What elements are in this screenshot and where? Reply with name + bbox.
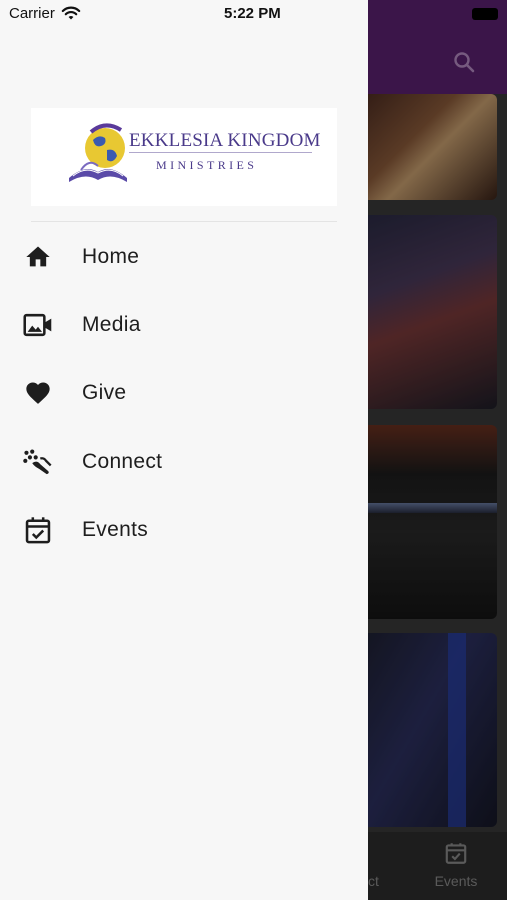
menu-item-events[interactable]: Events bbox=[0, 502, 368, 558]
menu-item-home[interactable]: Home bbox=[0, 229, 368, 285]
ministry-logo: EKKLESIA KINGDOM MINISTRIES bbox=[31, 108, 337, 206]
scrim-overlay[interactable] bbox=[368, 0, 507, 900]
menu-item-label: Give bbox=[82, 381, 127, 404]
logo-title: EKKLESIA KINGDOM bbox=[129, 130, 321, 151]
menu-item-label: Home bbox=[82, 245, 140, 268]
menu-item-media[interactable]: Media bbox=[0, 297, 368, 353]
status-time: 5:22 PM bbox=[224, 5, 281, 22]
menu-item-label: Connect bbox=[82, 450, 163, 473]
logo-subtitle: MINISTRIES bbox=[156, 158, 258, 172]
menu-item-give[interactable]: Give bbox=[0, 365, 368, 421]
video-library-icon bbox=[23, 310, 53, 340]
globe-book-icon bbox=[69, 123, 127, 182]
navigation-drawer: Carrier 5:22 PM EKKLESIA KINGDOM MINISTR… bbox=[0, 0, 368, 900]
connect-icon bbox=[23, 447, 53, 477]
heart-icon bbox=[23, 378, 53, 408]
divider bbox=[31, 221, 337, 222]
menu-item-connect[interactable]: Connect bbox=[0, 434, 368, 490]
calendar-check-icon bbox=[23, 515, 53, 545]
home-icon bbox=[23, 242, 53, 272]
menu-item-label: Media bbox=[82, 313, 141, 336]
logo-underline bbox=[129, 152, 312, 153]
wifi-icon bbox=[61, 6, 81, 20]
menu-item-label: Events bbox=[82, 518, 148, 541]
status-carrier: Carrier bbox=[9, 5, 55, 22]
